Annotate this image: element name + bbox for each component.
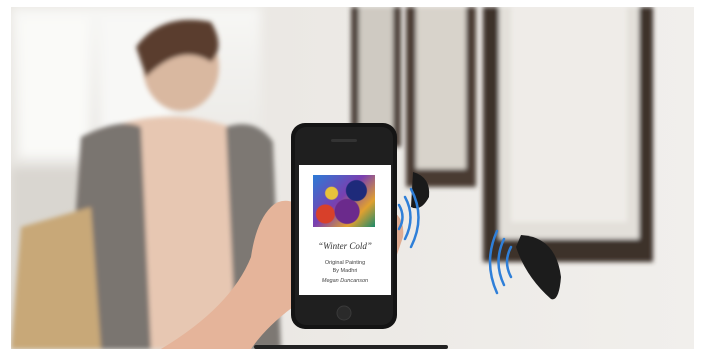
artwork-thumbnail — [313, 175, 375, 227]
home-indicator[interactable] — [254, 345, 448, 349]
museum-beacon-photo: ✻ “Winter Cold” Original Painting By Mad… — [11, 7, 694, 349]
artwork-line-3: Megan Duncanson — [321, 278, 369, 284]
artwork-line-2: By Madhri — [332, 268, 358, 274]
artwork-title: “Winter Cold” — [318, 241, 372, 251]
phone-screen: “Winter Cold” Original Painting By Madhr… — [299, 165, 391, 295]
artwork-line-1: Original Painting — [324, 260, 366, 266]
